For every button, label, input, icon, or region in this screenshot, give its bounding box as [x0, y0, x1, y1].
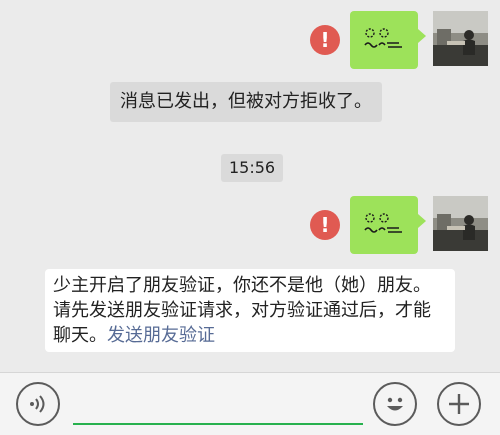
- avatar[interactable]: [433, 196, 488, 251]
- chat-input-bar: [0, 372, 500, 435]
- emoji-button[interactable]: [373, 382, 417, 426]
- error-icon[interactable]: !: [310, 210, 340, 240]
- message-input[interactable]: [73, 423, 363, 425]
- plus-icon: [449, 394, 469, 414]
- voice-button[interactable]: [16, 382, 60, 426]
- outgoing-message-bubble[interactable]: [350, 196, 426, 254]
- add-button[interactable]: [437, 382, 481, 426]
- emoji-icon: [387, 397, 403, 411]
- emoji-glyph-icon: [364, 28, 402, 48]
- friend-verification-notice: 少主开启了朋友验证，你还不是他（她）朋友。请先发送朋友验证请求，对方验证通过后，…: [45, 269, 455, 352]
- emoji-glyph-icon: [364, 213, 402, 233]
- avatar[interactable]: [433, 11, 488, 66]
- system-rejected-notice: 消息已发出，但被对方拒收了。: [110, 82, 382, 122]
- voice-icon: [30, 395, 45, 413]
- send-friend-request-link[interactable]: 发送朋友验证: [107, 325, 215, 346]
- outgoing-message-bubble[interactable]: [350, 11, 426, 69]
- error-icon[interactable]: !: [310, 25, 340, 55]
- timestamp: 15:56: [221, 154, 284, 182]
